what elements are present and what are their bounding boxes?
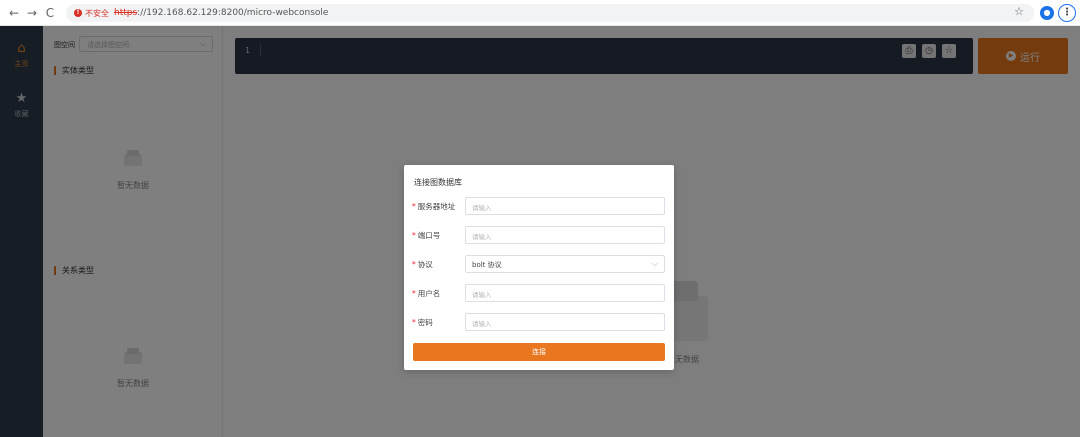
field-label: * 协议 (412, 260, 433, 269)
password-input[interactable]: 请输入 (465, 313, 665, 331)
username-input[interactable]: 请输入 (465, 284, 665, 302)
url-text: https://192.168.62.129:8200/micro-webcon… (114, 7, 328, 19)
field-label: * 用户名 (412, 289, 441, 298)
chevron-down-icon: ⌵ (651, 259, 658, 268)
protocol-row: * 协议 bolt 协议 ⌵ (412, 255, 666, 273)
input-placeholder: 请输入 (472, 291, 492, 299)
input-placeholder: 请输入 (472, 204, 492, 212)
protocol-select[interactable]: bolt 协议 ⌵ (465, 255, 665, 273)
password-row: * 密码 请输入 (412, 313, 666, 331)
security-chip[interactable]: ! 不安全 (74, 7, 109, 19)
profile-avatar-icon[interactable]: ● (1040, 6, 1054, 20)
input-placeholder: 请输入 (472, 233, 492, 241)
browser-menu-button[interactable]: ⋮ (1058, 4, 1076, 22)
field-label: * 密码 (412, 318, 433, 327)
server-address-row: * 服务器地址 请输入 (412, 197, 666, 215)
reload-button[interactable]: C (42, 5, 58, 21)
warning-icon: ! (74, 9, 82, 17)
connect-dialog: 连接图数据库 * 服务器地址 请输入 * 端口号 请输入 * 协议 bolt 协议 ⌵… (404, 165, 674, 370)
dialog-title: 连接图数据库 (414, 178, 462, 187)
port-input[interactable]: 请输入 (465, 226, 665, 244)
address-bar[interactable]: ! 不安全 https://192.168.62.129:8200/micro-… (66, 4, 1034, 22)
connect-button[interactable]: 连接 (413, 343, 665, 361)
bookmark-star-icon[interactable]: ☆ (1012, 5, 1026, 19)
username-row: * 用户名 请输入 (412, 284, 666, 302)
field-label: * 端口号 (412, 231, 441, 240)
selected-protocol: bolt 协议 (472, 261, 502, 269)
input-placeholder: 请输入 (472, 320, 492, 328)
forward-button[interactable]: → (24, 5, 40, 21)
field-label: * 服务器地址 (412, 202, 456, 211)
port-row: * 端口号 请输入 (412, 226, 666, 244)
back-button[interactable]: ← (6, 5, 22, 21)
url-rest: ://192.168.62.129:8200/micro-webconsole (137, 8, 329, 18)
security-label: 不安全 (85, 8, 109, 18)
browser-toolbar: ← → C ! 不安全 https://192.168.62.129:8200/… (0, 0, 1080, 26)
server-address-input[interactable]: 请输入 (465, 197, 665, 215)
url-scheme: https (114, 8, 138, 18)
